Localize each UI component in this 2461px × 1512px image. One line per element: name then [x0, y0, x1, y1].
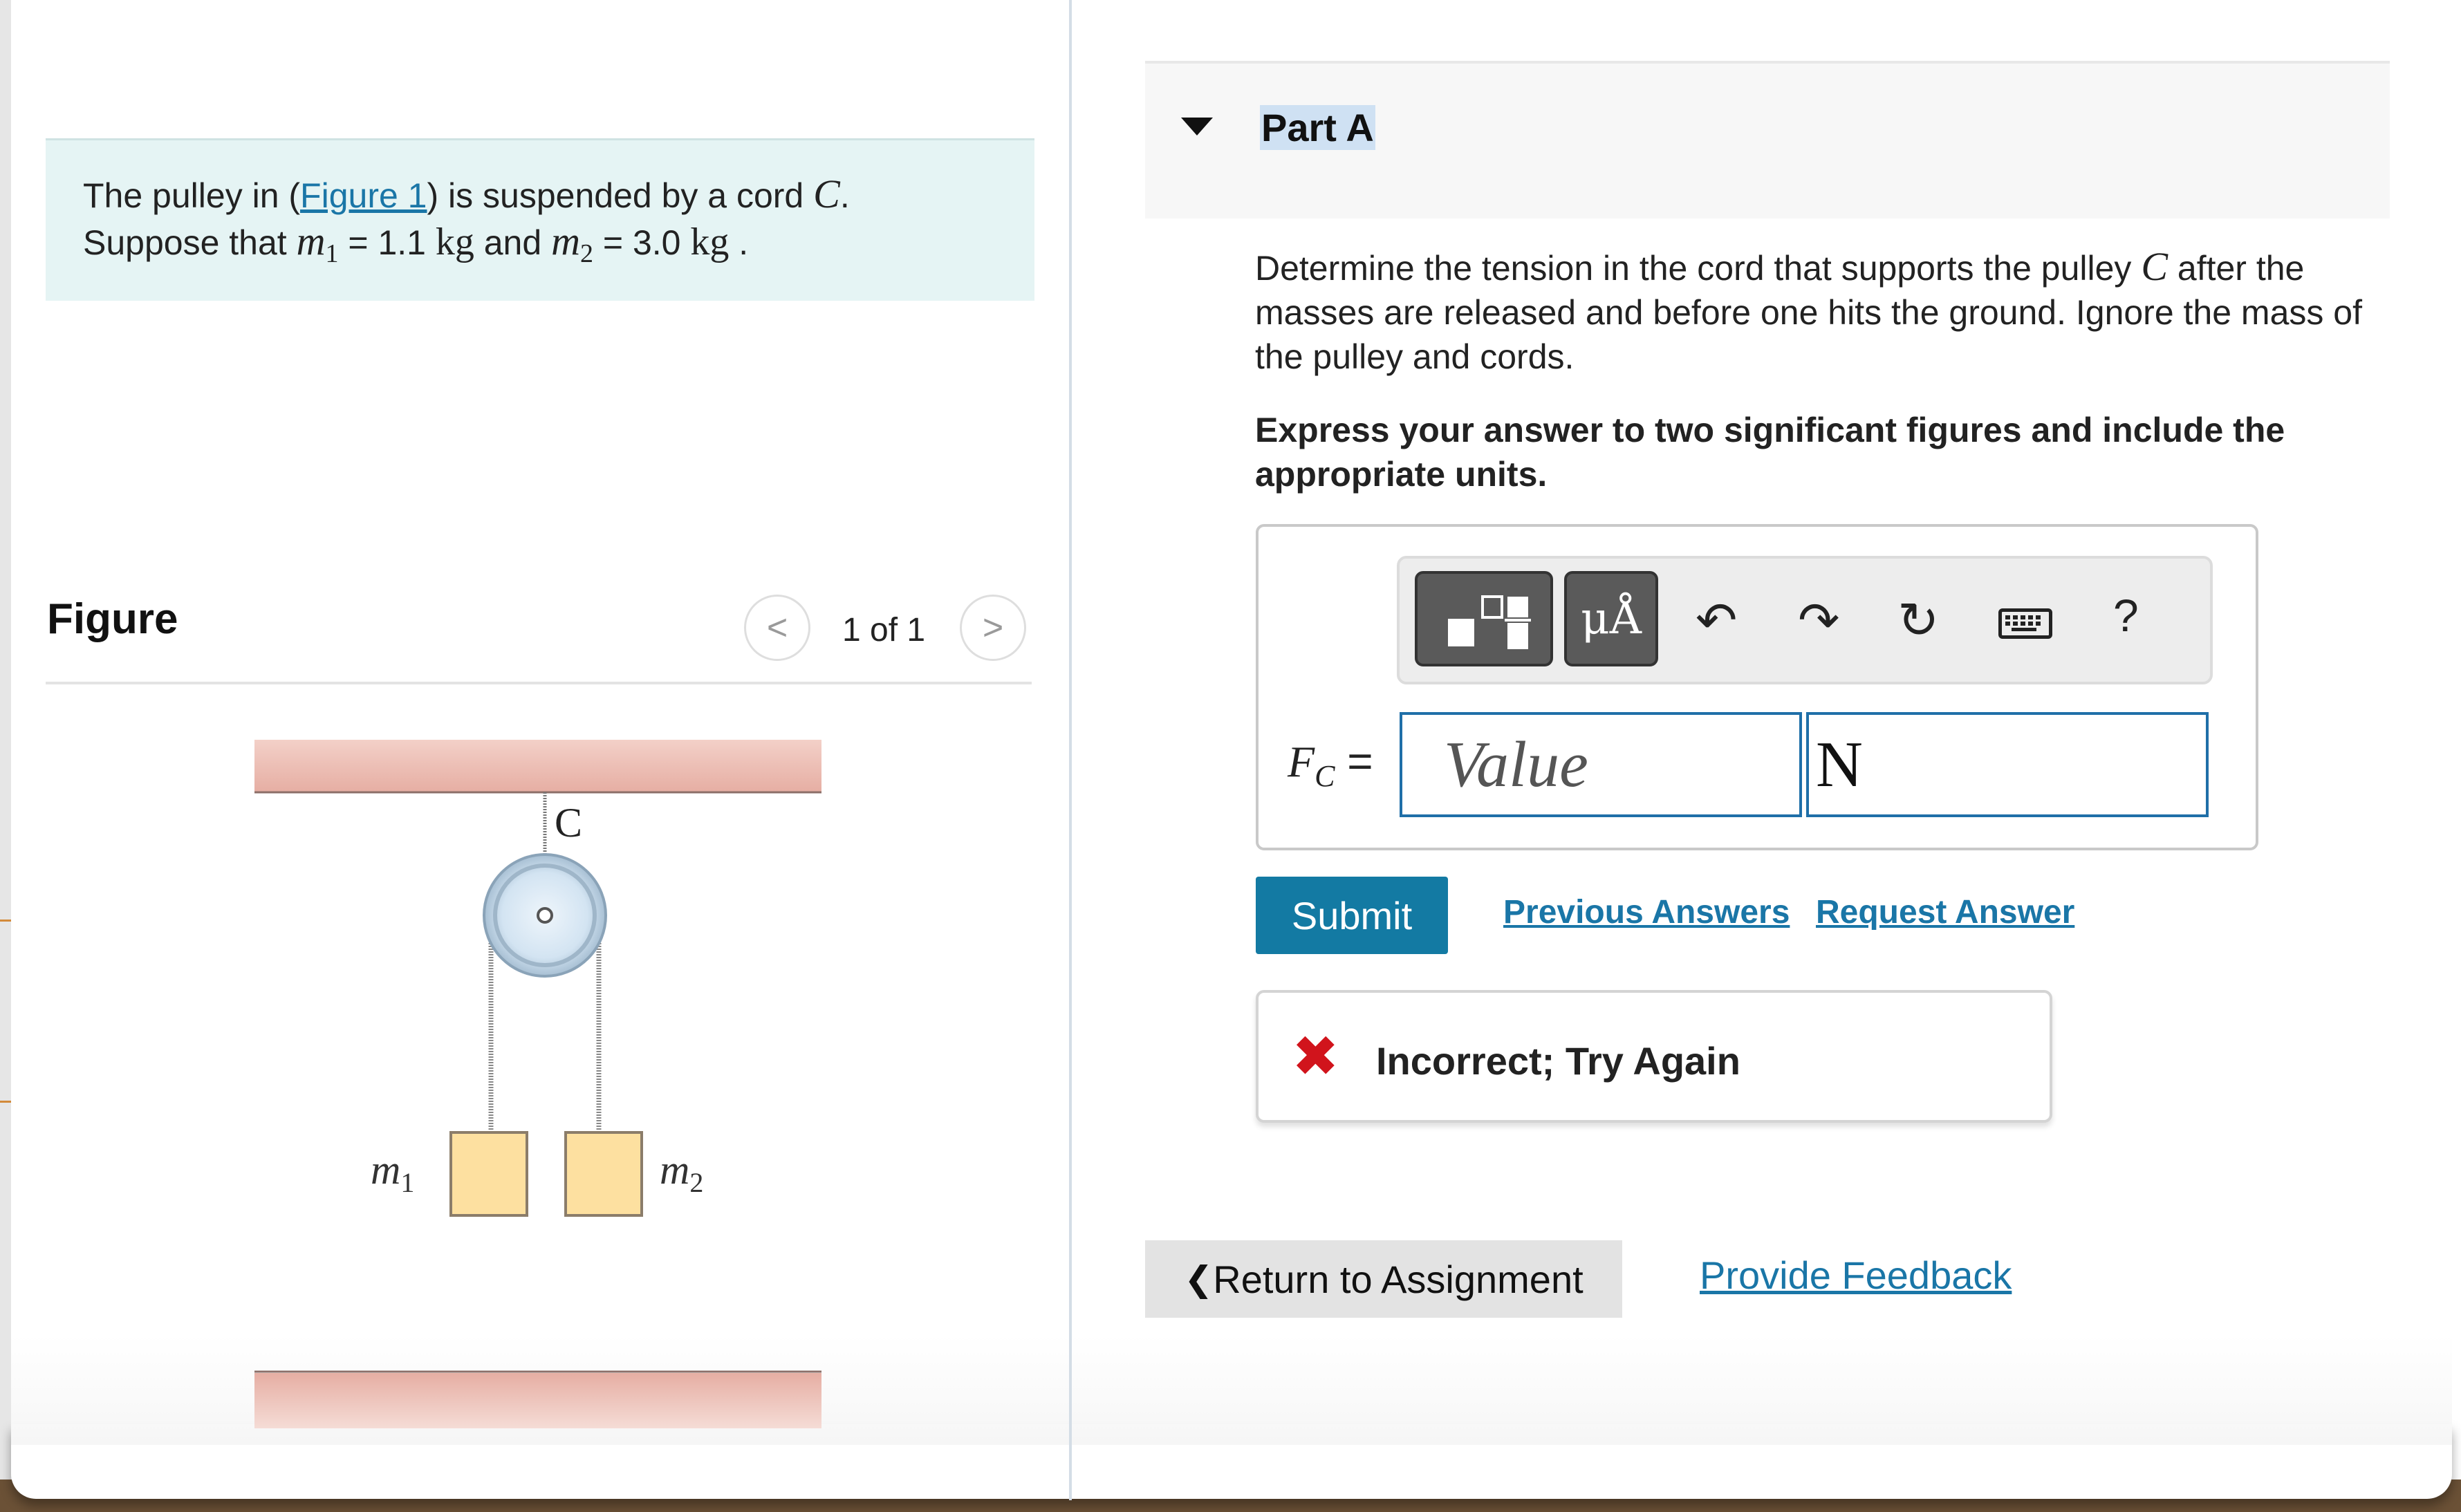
provide-feedback-link[interactable]: Provide Feedback [1700, 1253, 2012, 1298]
submit-button[interactable]: Submit [1256, 877, 1448, 954]
problem-text: Suppose that [83, 223, 297, 262]
edge-mark [0, 1101, 11, 1103]
problem-text: The pulley in ( [83, 176, 301, 215]
request-answer-link[interactable]: Request Answer [1816, 893, 2074, 931]
mass2-variable: m [551, 218, 580, 263]
problem-text: . [839, 176, 850, 215]
unit-input[interactable] [1806, 712, 2209, 817]
question-text: Determine the tension in the cord that s… [1255, 245, 2389, 379]
next-figure-button[interactable]: > [960, 595, 1026, 661]
previous-answers-link[interactable]: Previous Answers [1503, 893, 1790, 931]
cord-variable: C [813, 171, 840, 216]
ceiling [254, 740, 821, 792]
reset-icon[interactable]: ↻ [1897, 593, 1939, 648]
force-variable: F [1288, 737, 1315, 786]
equals-sign: = [1335, 736, 1373, 786]
part-title: Part A [1260, 105, 1375, 150]
problem-text: ) is suspended by a cord [427, 176, 814, 215]
templates-button[interactable] [1415, 571, 1553, 666]
figure-link[interactable]: Figure 1 [300, 176, 427, 215]
mass1-label: m1 [371, 1147, 414, 1198]
answer-instruction: Express your answer to two significant f… [1255, 411, 2285, 494]
mass2-label: m2 [660, 1147, 703, 1198]
cord-label: C [555, 800, 582, 846]
floor [254, 1373, 821, 1428]
chevron-right-icon: > [982, 608, 1004, 648]
feedback-message: Incorrect; Try Again [1376, 1039, 1740, 1083]
answer-label: FC = [1288, 736, 1373, 794]
force-subscript: C [1315, 758, 1335, 793]
mass1-block [449, 1131, 528, 1217]
mass2-value: = 3.0 [593, 223, 691, 262]
collapse-caret-icon[interactable] [1181, 118, 1213, 136]
figure-divider [46, 682, 1032, 684]
problem-text: and [474, 223, 552, 262]
panel-divider[interactable] [1069, 0, 1072, 1500]
edge-mark [0, 920, 11, 922]
keyboard-icon[interactable] [1998, 608, 2052, 639]
pulley-axle [537, 907, 553, 924]
incorrect-x-icon: ✖ [1292, 1025, 1339, 1088]
figure-title: Figure [47, 595, 178, 643]
window-left-edge [0, 0, 11, 1512]
problem-statement: The pulley in (Figure 1) is suspended by… [83, 171, 1023, 277]
pulley-variable: C [2141, 244, 2168, 289]
return-to-assignment-button[interactable]: ❮ Return to Assignment [1145, 1240, 1622, 1318]
undo-icon[interactable]: ↶ [1696, 593, 1737, 648]
mass1-variable: m [296, 218, 326, 263]
mass2-block [564, 1131, 643, 1217]
mass2-subscript: 2 [579, 239, 593, 268]
templates-icon [1448, 595, 1531, 649]
question-part: Determine the tension in the cord that s… [1255, 249, 2142, 288]
previous-figure-button[interactable]: < [744, 595, 810, 661]
mass1-value: = 1.1 [338, 223, 436, 262]
return-label: Return to Assignment [1213, 1257, 1584, 1301]
chevron-left-icon: < [766, 608, 788, 648]
units-button[interactable]: μÅ [1564, 571, 1658, 666]
mass1-unit: kg [435, 221, 474, 263]
chevron-left-icon: ❮ [1184, 1260, 1214, 1298]
redo-icon[interactable]: ↷ [1798, 593, 1839, 648]
help-icon[interactable]: ? [2113, 589, 2139, 642]
mass2-unit: kg [690, 221, 730, 263]
pulley-figure: C m1 m2 [254, 740, 821, 1428]
problem-text: . [729, 223, 749, 262]
value-input[interactable] [1400, 712, 1802, 817]
mass1-subscript: 1 [325, 239, 339, 268]
figure-page-count: 1 of 1 [842, 612, 926, 648]
